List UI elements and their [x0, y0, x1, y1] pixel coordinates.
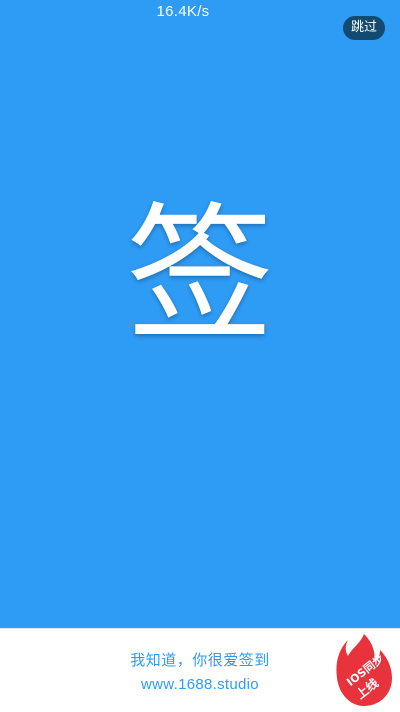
- skip-button[interactable]: 跳过: [343, 16, 385, 40]
- splash-screen: 16.4K/s 跳过 签: [0, 0, 400, 628]
- ios-sync-badge[interactable]: IOS同步 上线: [334, 632, 394, 708]
- app-logo-character: 签: [126, 189, 274, 361]
- network-speed-indicator: 16.4K/s: [156, 3, 210, 20]
- splash-footer: 我知道，你很爱签到 www.1688.studio IOS同步 上线: [0, 628, 400, 712]
